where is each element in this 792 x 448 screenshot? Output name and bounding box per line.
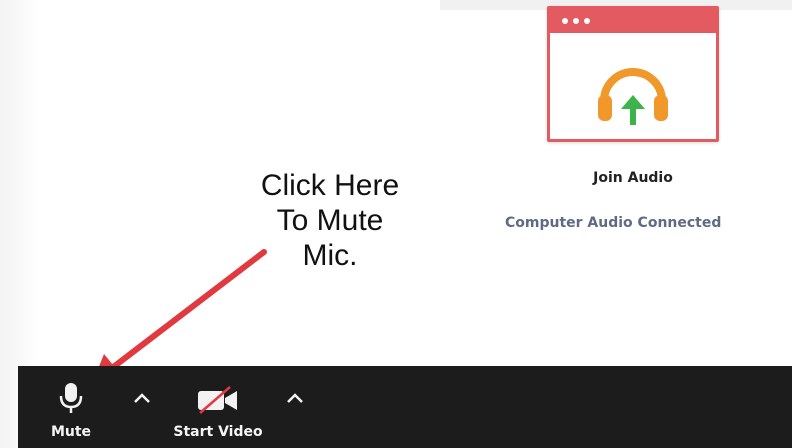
start-video-button[interactable]: Start Video <box>163 366 273 448</box>
audio-options-chevron-up-icon[interactable] <box>131 388 153 408</box>
headphones-icon <box>598 68 668 125</box>
annotation-line: To Mute <box>276 204 384 237</box>
upload-arrow-icon <box>621 95 645 125</box>
join-audio-card[interactable] <box>547 6 719 142</box>
meeting-toolbar: Mute Start Video <box>18 366 792 448</box>
annotation-line: Mic. <box>302 239 358 272</box>
mute-button[interactable]: Mute <box>40 366 102 448</box>
start-video-label: Start Video <box>173 424 263 440</box>
microphone-icon <box>59 383 83 413</box>
video-off-icon <box>198 386 237 414</box>
annotation-line: Click Here <box>260 169 400 202</box>
mute-label: Mute <box>50 424 92 440</box>
join-audio-label[interactable]: Join Audio <box>547 170 719 186</box>
annotation-text: Click Here To Mute Mic. <box>230 168 430 273</box>
video-options-chevron-up-icon[interactable] <box>284 388 306 408</box>
window-dots-icon <box>562 18 590 24</box>
audio-status-text: Computer Audio Connected <box>505 215 722 231</box>
card-title-bar <box>550 9 716 33</box>
